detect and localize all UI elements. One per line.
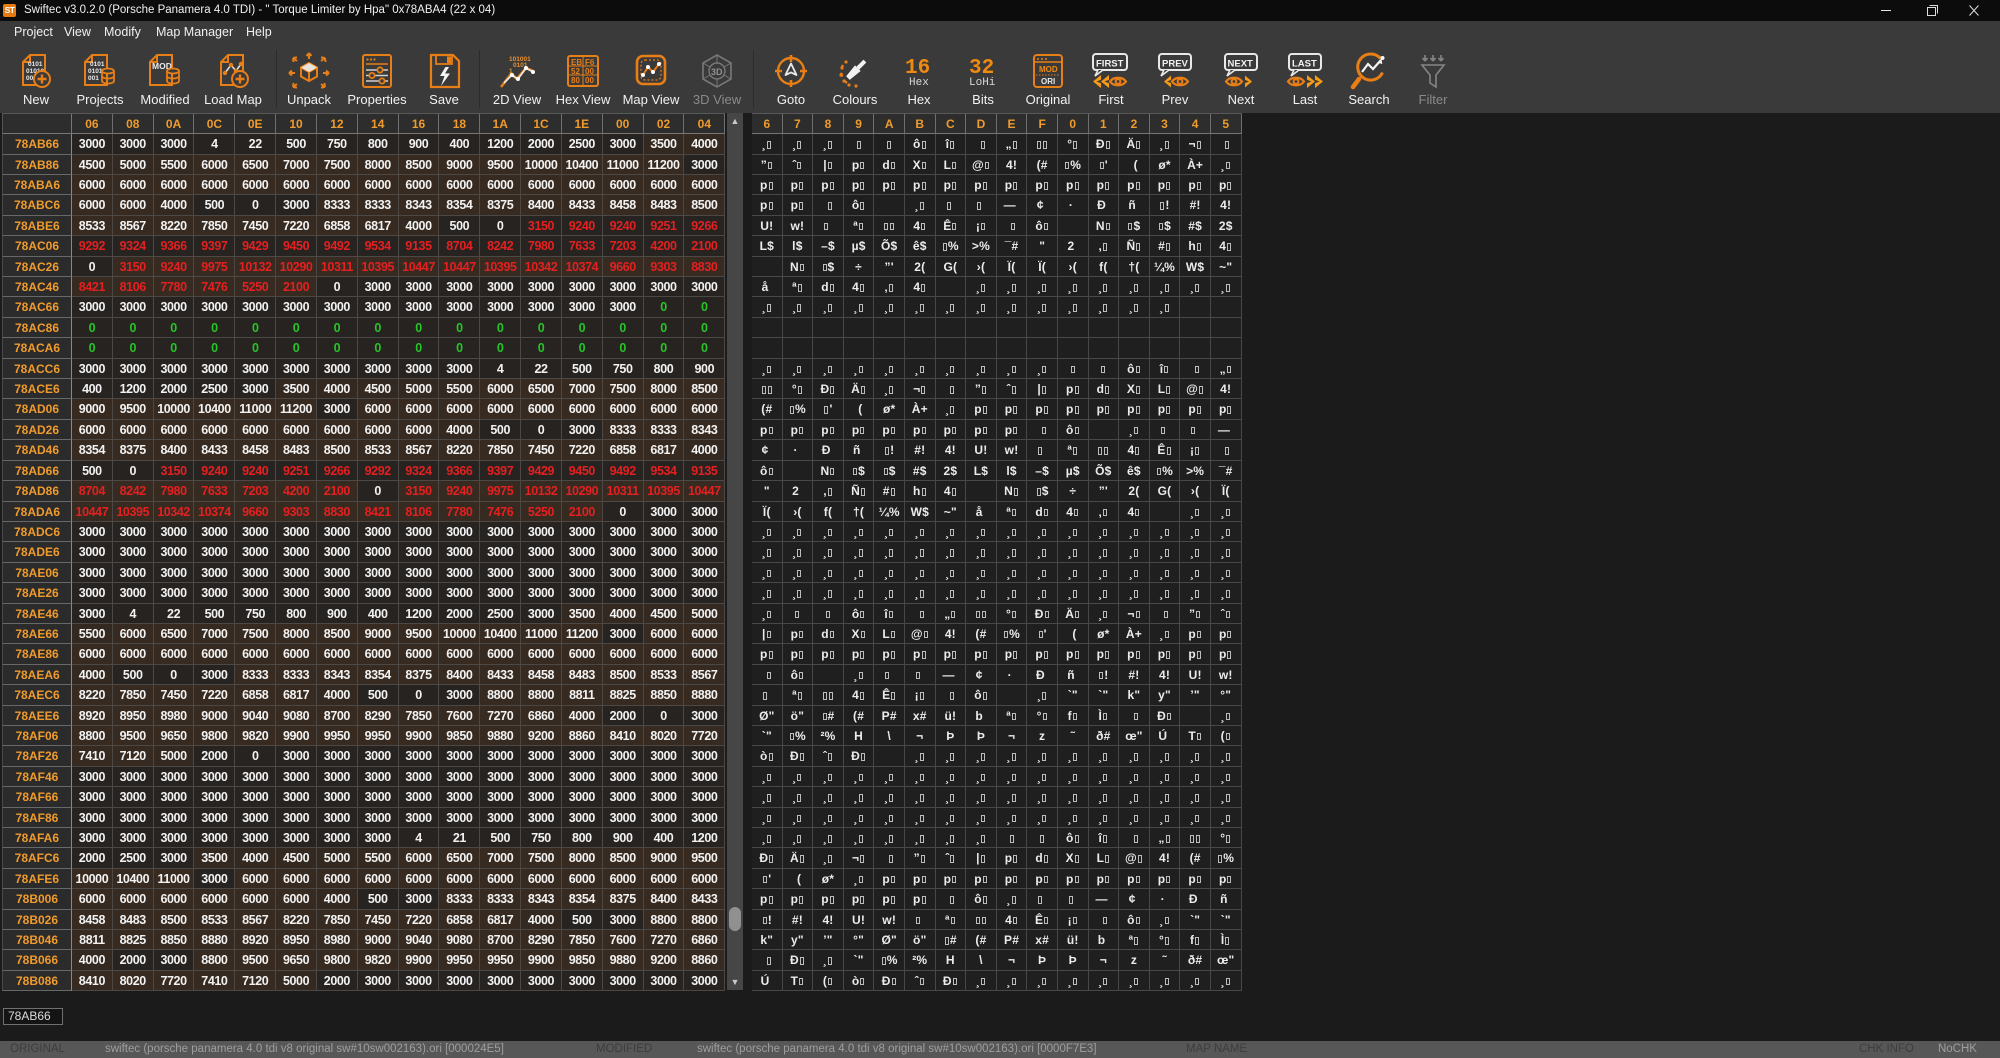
svg-text:0101: 0101 [88,68,103,75]
svg-text:LoHi: LoHi [969,77,996,89]
svg-text:NEXT: NEXT [1228,59,1254,70]
svg-text:FIRST: FIRST [1096,59,1124,70]
svg-text:LAST: LAST [1292,59,1317,70]
svg-text:80: 80 [571,76,580,85]
svg-text:Hex: Hex [909,77,929,89]
svg-text:MOD: MOD [1039,65,1058,74]
svg-text:3D: 3D [711,67,723,77]
svg-text:0101: 0101 [90,61,105,68]
svg-text:ORI: ORI [1041,77,1055,86]
svg-text:00: 00 [585,76,594,85]
svg-text:001: 001 [88,75,99,82]
svg-text:PREV: PREV [1162,59,1189,70]
svg-text:0101: 0101 [28,61,43,68]
